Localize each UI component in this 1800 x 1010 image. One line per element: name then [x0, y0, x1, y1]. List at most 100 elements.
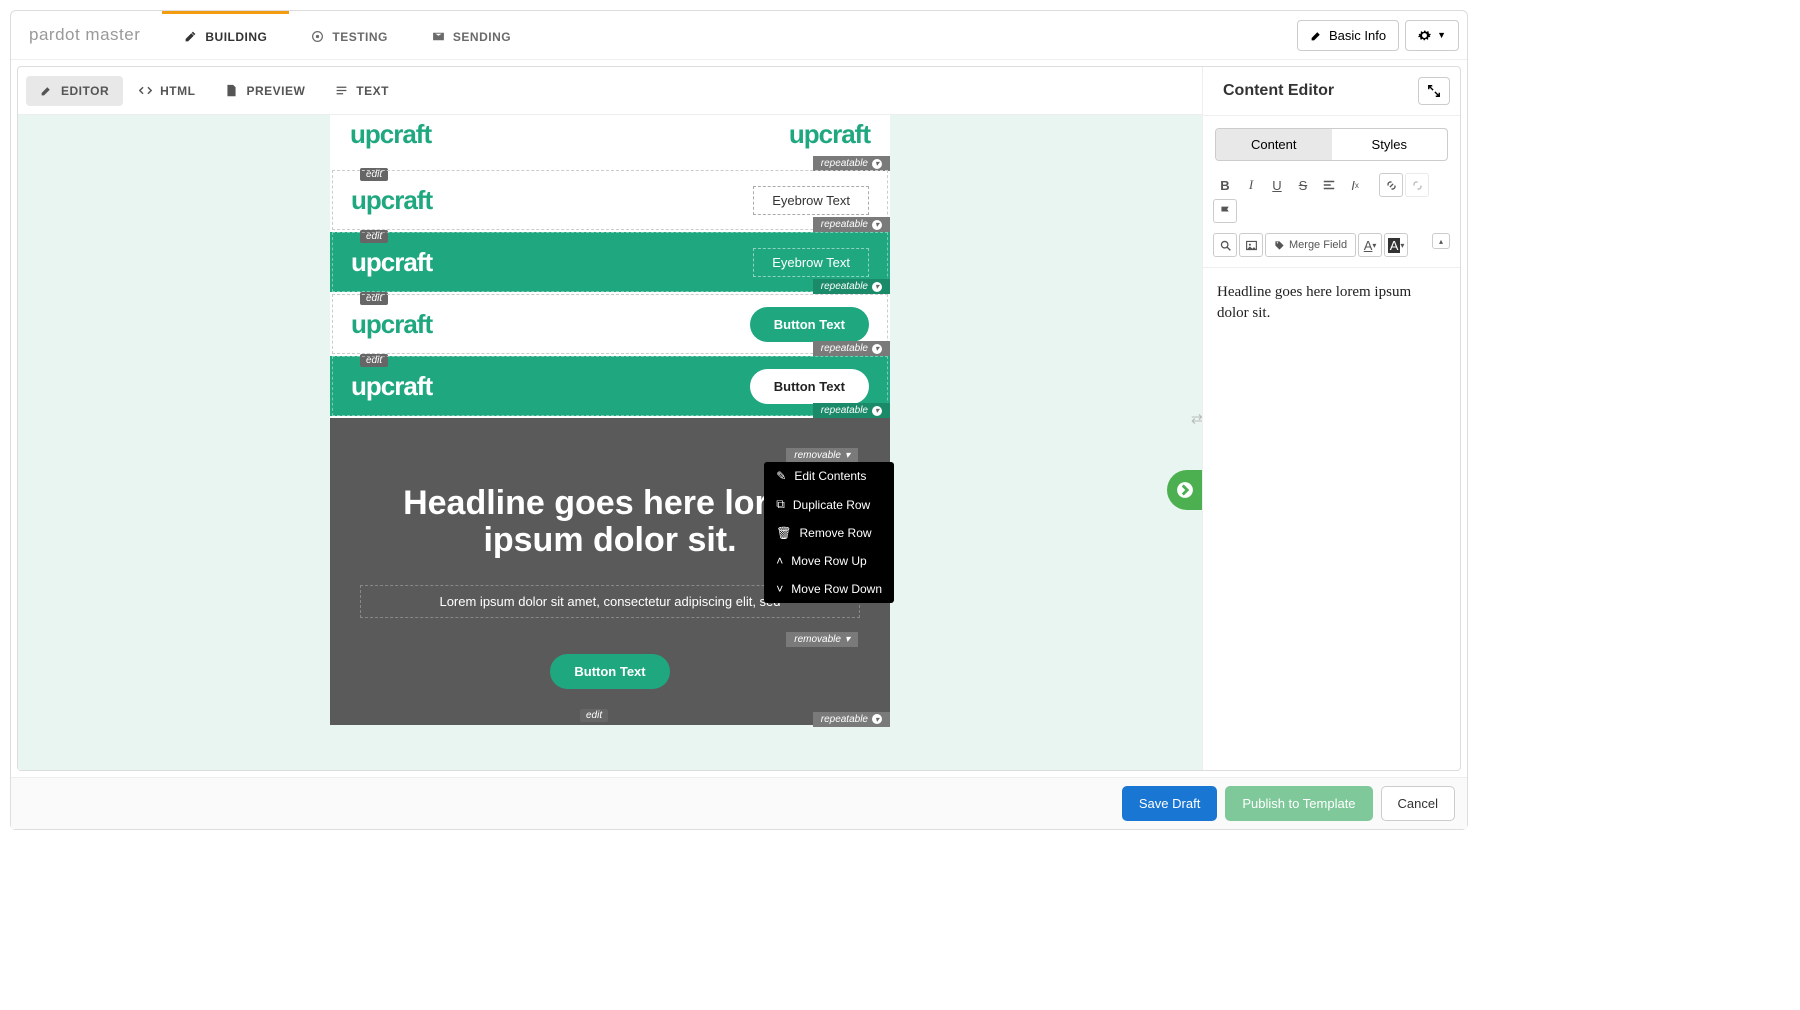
removable-tag[interactable]: removable▾ [786, 632, 858, 647]
gear-icon [1418, 29, 1431, 42]
logo: upcraft [350, 119, 431, 150]
trash-icon: 🗑 [776, 526, 791, 540]
main-tabs: BUILDING TESTING SENDING [162, 11, 533, 59]
block-logo-eyebrow-green[interactable]: edit upcraft Eyebrow Text repeatable▾ [330, 232, 890, 292]
eyebrow-text[interactable]: Eyebrow Text [753, 248, 869, 277]
merge-field-label: Merge Field [1289, 239, 1347, 251]
edit-icon [184, 30, 197, 43]
basic-info-button[interactable]: Basic Info [1297, 20, 1399, 51]
flag-icon [1219, 205, 1232, 218]
cta-button[interactable]: Button Text [550, 654, 669, 689]
search-icon [1219, 239, 1232, 252]
block-logo-button-green[interactable]: edit upcraft Button Text repeatable▾ [330, 356, 890, 416]
repeatable-tag[interactable]: repeatable▾ [813, 217, 890, 232]
italic-button[interactable]: I [1239, 173, 1263, 197]
strike-button[interactable]: S [1291, 173, 1315, 197]
image-button[interactable] [1239, 233, 1263, 257]
publish-button[interactable]: Publish to Template [1225, 786, 1372, 821]
merge-field-button[interactable]: Merge Field [1265, 233, 1356, 257]
edit-tag[interactable]: edit [580, 709, 608, 722]
bg-color-button[interactable]: A▾ [1384, 233, 1408, 257]
align-icon [1322, 178, 1336, 192]
topbar: pardot master BUILDING TESTING SENDING B… [11, 11, 1467, 60]
editor-textarea[interactable]: Headline goes here lorem ipsum dolor sit… [1203, 268, 1460, 338]
cta-button[interactable]: Button Text [750, 307, 869, 342]
tool-editor-label: EDITOR [61, 84, 109, 98]
unlink-icon [1411, 179, 1424, 192]
tab-sending-label: SENDING [453, 30, 511, 44]
cta-button[interactable]: Button Text [750, 369, 869, 404]
tool-html-label: HTML [160, 84, 195, 98]
expand-panel-button[interactable] [1167, 470, 1202, 510]
repeatable-tag[interactable]: repeatable▾ [813, 156, 890, 171]
chevron-up-icon: ˄ [776, 554, 783, 568]
flag-button[interactable] [1213, 199, 1237, 223]
panel-tab-styles[interactable]: Styles [1332, 129, 1448, 160]
tab-testing[interactable]: TESTING [289, 11, 410, 59]
logo: upcraft [351, 247, 432, 278]
align-button[interactable] [1317, 173, 1341, 197]
block-two-logos[interactable]: upcraft upcraft [330, 115, 890, 168]
tab-building[interactable]: BUILDING [162, 11, 289, 59]
menu-duplicate-row[interactable]: ⧉Duplicate Row [764, 490, 894, 519]
clear-format-button[interactable]: Ix [1343, 173, 1367, 197]
link-button[interactable] [1379, 173, 1403, 197]
repeatable-tag[interactable]: repeatable▾ [813, 279, 890, 294]
cancel-button[interactable]: Cancel [1381, 786, 1455, 821]
tab-sending[interactable]: SENDING [410, 11, 533, 59]
block-logo-eyebrow-white[interactable]: repeatable▾ edit upcraft Eyebrow Text re… [330, 170, 890, 230]
settings-menu-button[interactable]: ▼ [1405, 20, 1459, 51]
expand-button[interactable] [1418, 77, 1450, 105]
image-icon [1245, 239, 1258, 252]
save-draft-button[interactable]: Save Draft [1122, 786, 1217, 821]
tool-editor[interactable]: EDITOR [26, 76, 123, 106]
logo: upcraft [789, 119, 870, 150]
block-logo-button-white[interactable]: edit upcraft Button Text repeatable▾ [330, 294, 890, 354]
rte-toolbar: B I U S Ix [1203, 173, 1460, 268]
logo: upcraft [351, 309, 432, 340]
brand-title: pardot master [29, 25, 140, 45]
tool-html[interactable]: HTML [125, 76, 209, 106]
row-context-menu: ✎Edit Contents ⧉Duplicate Row 🗑Remove Ro… [764, 462, 894, 603]
tab-testing-label: TESTING [332, 30, 388, 44]
underline-button[interactable]: U [1265, 173, 1289, 197]
source-button[interactable] [1213, 233, 1237, 257]
repeatable-tag[interactable]: repeatable▾ [813, 712, 890, 727]
tool-text[interactable]: TEXT [321, 76, 403, 106]
pencil-icon [1310, 29, 1323, 42]
repeatable-tag[interactable]: repeatable▾ [813, 341, 890, 356]
tab-building-label: BUILDING [205, 30, 267, 44]
chevron-down-icon: ˅ [776, 582, 783, 596]
copy-icon: ⧉ [776, 497, 785, 512]
footer-actions: Save Draft Publish to Template Cancel [11, 777, 1467, 829]
menu-remove-row[interactable]: 🗑Remove Row [764, 519, 894, 547]
code-icon [139, 84, 152, 97]
panel-title: Content Editor [1223, 82, 1334, 100]
removable-tag[interactable]: removable▾ [786, 448, 858, 463]
tag-icon [1274, 240, 1285, 251]
panel-tab-content[interactable]: Content [1216, 129, 1332, 160]
block-hero-dark[interactable]: removable▾ Headline goes here lorem ipsu… [330, 418, 890, 725]
canvas: upcraft upcraft repeatable▾ edit upcraft… [18, 115, 1202, 770]
logo: upcraft [351, 371, 432, 402]
unlink-button[interactable] [1405, 173, 1429, 197]
menu-move-up[interactable]: ˄Move Row Up [764, 547, 894, 575]
eyebrow-text[interactable]: Eyebrow Text [753, 186, 869, 215]
repeatable-tag[interactable]: repeatable▾ [813, 403, 890, 418]
tool-preview[interactable]: PREVIEW [211, 76, 319, 106]
tool-text-label: TEXT [356, 84, 389, 98]
lines-icon [335, 84, 348, 97]
collapse-toolbar-button[interactable]: ▴ [1432, 233, 1450, 249]
file-icon [225, 84, 238, 97]
text-color-button[interactable]: A▾ [1358, 233, 1382, 257]
bold-button[interactable]: B [1213, 173, 1237, 197]
pencil-icon: ✎ [776, 469, 786, 483]
tool-preview-label: PREVIEW [246, 84, 305, 98]
content-editor-panel: ⇄ Content Editor Content Styles B I U S … [1202, 67, 1460, 770]
panel-resize-handle[interactable]: ⇄ [1191, 410, 1203, 427]
logo: upcraft [351, 185, 432, 216]
menu-edit-contents[interactable]: ✎Edit Contents [764, 462, 894, 490]
panel-tabs: Content Styles [1215, 128, 1448, 161]
send-icon [432, 30, 445, 43]
menu-move-down[interactable]: ˅Move Row Down [764, 575, 894, 603]
